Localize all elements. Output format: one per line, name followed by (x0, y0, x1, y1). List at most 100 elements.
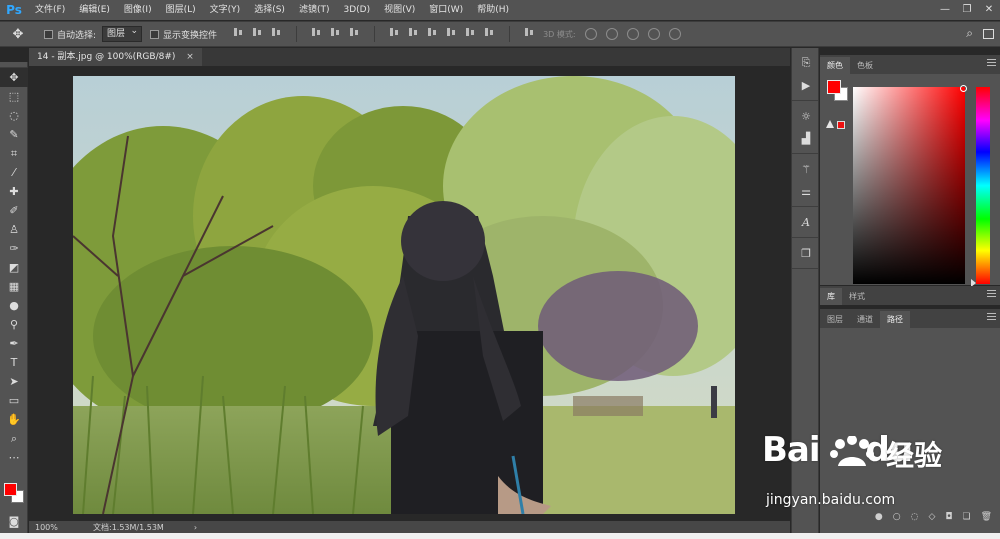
actions-panel-icon[interactable]: ▶ (792, 74, 820, 96)
status-menu-arrow[interactable]: › (194, 523, 197, 532)
hand-tool-icon[interactable]: ✋ (0, 410, 28, 429)
tab-libraries[interactable]: 库 (820, 288, 842, 305)
menu-type[interactable]: 文字(Y) (203, 0, 248, 20)
tab-layers[interactable]: 图层 (820, 311, 850, 328)
show-transform-checkbox[interactable] (150, 29, 160, 39)
workspace-icon[interactable] (983, 28, 994, 39)
menu-image[interactable]: 图像(I) (117, 0, 159, 20)
panel-foreground-swatch[interactable] (827, 80, 841, 94)
history-panel-icon[interactable]: ⎘ (792, 52, 820, 74)
align-vcenter-icon[interactable] (252, 26, 263, 37)
path-select-tool-icon[interactable]: ➤ (0, 372, 28, 391)
3d-rotate-icon[interactable] (584, 28, 597, 40)
marquee-tool-icon[interactable]: ⬚ (0, 87, 28, 106)
auto-align-icon[interactable] (524, 26, 535, 37)
quick-select-tool-icon[interactable]: ✎ (0, 125, 28, 144)
tab-color[interactable]: 颜色 (820, 57, 850, 74)
tab-swatches[interactable]: 色板 (850, 57, 880, 74)
clone-stamp-tool-icon[interactable]: ♙ (0, 220, 28, 239)
distribute-right-icon[interactable] (484, 26, 495, 37)
separator (296, 26, 298, 42)
brush-presets-icon[interactable]: ⚚ (792, 158, 820, 180)
eraser-tool-icon[interactable]: ◩ (0, 258, 28, 277)
search-icon[interactable]: ⌕ (966, 26, 973, 41)
align-hcenter-icon[interactable] (330, 26, 341, 37)
brush-tool-icon[interactable]: ✐ (0, 201, 28, 220)
rectangle-tool-icon[interactable]: ▭ (0, 391, 28, 410)
tab-paths[interactable]: 路径 (880, 311, 910, 328)
type-tool-icon[interactable]: T (0, 353, 28, 372)
color-picker-cursor[interactable] (960, 85, 967, 92)
tools-panel: ✥ ⬚ ◌ ✎ ⌗ ⁄ ✚ ✐ ♙ ✑ ◩ ▦ ● ⚲ ✒ T ➤ ▭ ✋ ⌕ … (0, 62, 28, 539)
align-left-icon[interactable] (311, 26, 322, 37)
foreground-color-swatch[interactable] (4, 483, 17, 496)
color-panel-menu-icon[interactable] (987, 59, 996, 66)
restore-button[interactable]: ❐ (956, 0, 978, 20)
canvas-area[interactable] (29, 66, 790, 521)
close-button[interactable]: ✕ (978, 0, 1000, 20)
properties-panel-icon[interactable]: ⚌ (792, 180, 820, 202)
blur-tool-icon[interactable]: ● (0, 296, 28, 315)
color-panel-tabs: 颜色 色板 (820, 55, 1000, 74)
distribute-left-icon[interactable] (446, 26, 457, 37)
character-panel-icon[interactable]: A (792, 211, 820, 233)
color-field[interactable] (853, 87, 965, 284)
distribute-vcenter-icon[interactable] (408, 26, 419, 37)
menu-layer[interactable]: 图层(L) (159, 0, 203, 20)
hue-slider[interactable] (976, 87, 990, 284)
tab-channels[interactable]: 通道 (850, 311, 880, 328)
delete-path-icon[interactable]: 🗑 (981, 512, 992, 522)
paragraph-panel-icon[interactable]: ❐ (792, 242, 820, 264)
zoom-tool-icon[interactable]: ⌕ (0, 429, 28, 448)
menu-select[interactable]: 选择(S) (247, 0, 292, 20)
photoshop-logo: Ps (6, 3, 22, 17)
menu-help[interactable]: 帮助(H) (470, 0, 516, 20)
3d-pan-icon[interactable] (626, 28, 639, 40)
gradient-tool-icon[interactable]: ▦ (0, 277, 28, 296)
menu-view[interactable]: 视图(V) (377, 0, 422, 20)
eyedropper-tool-icon[interactable]: ⁄ (0, 163, 28, 182)
menu-3d[interactable]: 3D(D) (336, 0, 377, 20)
distribute-hcenter-icon[interactable] (465, 26, 476, 37)
minimize-button[interactable]: — (934, 0, 956, 20)
move-tool-preset-icon[interactable]: ✥ (0, 27, 36, 42)
menu-filter[interactable]: 滤镜(T) (292, 0, 337, 20)
dodge-tool-icon[interactable]: ⚲ (0, 315, 28, 334)
crop-tool-icon[interactable]: ⌗ (0, 144, 28, 163)
menu-file[interactable]: 文件(F) (28, 0, 72, 20)
3d-roll-icon[interactable] (605, 28, 618, 40)
gamut-warning-icon[interactable] (826, 120, 845, 131)
auto-select-checkbox[interactable] (44, 29, 53, 39)
quick-mask-icon[interactable]: ◙ (0, 512, 28, 531)
dock-group-brush: ⚚ ⚌ (792, 154, 818, 207)
distribute-bottom-icon[interactable] (427, 26, 438, 37)
align-bottom-icon[interactable] (271, 26, 282, 37)
watermark-url: jingyan.baidu.com (766, 492, 896, 508)
pen-tool-icon[interactable]: ✒ (0, 334, 28, 353)
healing-brush-tool-icon[interactable]: ✚ (0, 182, 28, 201)
distribute-top-icon[interactable] (389, 26, 400, 37)
align-top-icon[interactable] (233, 26, 244, 37)
document-image[interactable] (73, 76, 735, 514)
3d-scale-icon[interactable] (668, 28, 681, 40)
baidu-paw-icon (830, 436, 874, 466)
move-tool-icon[interactable]: ✥ (0, 68, 28, 87)
zoom-level[interactable]: 100% (29, 523, 69, 532)
3d-slide-icon[interactable] (647, 28, 660, 40)
auto-select-dropdown[interactable]: 图层 (102, 24, 143, 42)
history-brush-tool-icon[interactable]: ✑ (0, 239, 28, 258)
close-tab-icon[interactable]: × (186, 52, 194, 62)
align-right-icon[interactable] (349, 26, 360, 37)
adjustments-panel-icon[interactable]: ☼ (792, 105, 820, 127)
histogram-panel-icon[interactable]: ▟ (792, 127, 820, 149)
new-path-icon[interactable]: ❏ (962, 512, 970, 522)
dock-group-paragraph: ❐ (792, 238, 818, 269)
tab-styles[interactable]: 样式 (842, 288, 872, 305)
menu-edit[interactable]: 编辑(E) (72, 0, 117, 20)
more-tools-icon[interactable]: ⋯ (0, 448, 28, 467)
layers-panel-menu-icon[interactable] (987, 313, 996, 320)
menu-window[interactable]: 窗口(W) (422, 0, 470, 20)
libraries-panel-menu-icon[interactable] (987, 290, 996, 297)
document-tab[interactable]: 14 - 副本.jpg @ 100%(RGB/8#) × (29, 48, 202, 66)
lasso-tool-icon[interactable]: ◌ (0, 106, 28, 125)
